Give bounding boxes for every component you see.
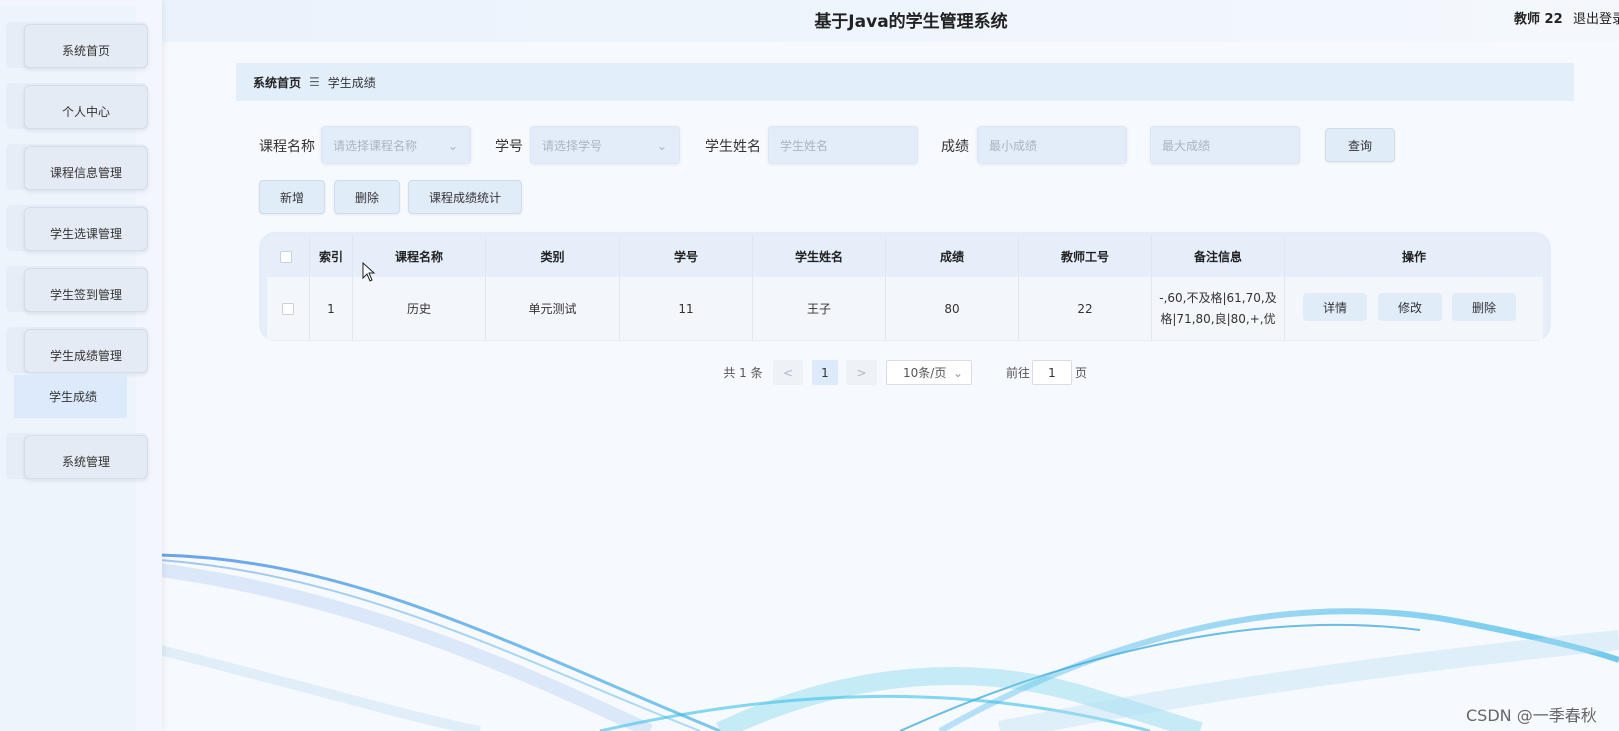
remark-line: -,60,不及格|61,70,及 (1159, 290, 1277, 305)
min-score-placeholder: 最小成绩 (989, 139, 1038, 153)
sidebar: 系统首页 个人中心 课程信息管理 学生选课管理 学生签到管理 学生成绩管理 学生… (0, 0, 162, 731)
table-row: 1 历史 单元测试 11 王子 80 22 -,60,不及格|61,70,及 格… (267, 277, 1543, 340)
goto-label: 前往 (1005, 366, 1030, 380)
select-all-checkbox[interactable] (280, 250, 292, 263)
sidebar-item-label: 学生选课管理 (49, 226, 122, 241)
column-header[interactable]: 学生姓名 (753, 236, 886, 277)
breadcrumb-current: 学生成绩 (327, 75, 376, 90)
delete-button[interactable]: 删除 (334, 180, 400, 214)
cell-course: 历史 (353, 277, 486, 340)
sidebar-item-label: 系统首页 (61, 43, 110, 58)
app-title: 基于Java的学生管理系统 (814, 12, 1008, 32)
sidebar-subitem-student-grades[interactable]: 学生成绩 (14, 375, 127, 418)
sidebar-item-label: 系统管理 (61, 454, 110, 469)
edit-button[interactable]: 修改 (1378, 293, 1442, 321)
course-name-select[interactable]: 请选择课程名称 ⌄ (321, 126, 471, 164)
sidebar-item-label: 个人中心 (61, 104, 110, 119)
min-score-input[interactable]: 最小成绩 (977, 126, 1127, 164)
sidebar-item-label: 学生成绩管理 (49, 348, 122, 363)
sidebar-item-grades[interactable]: 学生成绩管理 (6, 327, 148, 373)
breadcrumb-separator-icon: ☰ (309, 75, 320, 89)
sidebar-item-label: 学生签到管理 (49, 287, 122, 302)
course-name-label: 课程名称 (259, 139, 315, 155)
sidebar-item-system-button[interactable]: 系统管理 (24, 435, 148, 479)
breadcrumb: 系统首页 ☰ 学生成绩 (236, 63, 1574, 101)
table-header: 索引 课程名称 类别 学号 学生姓名 成绩 教师工号 备注信息 操作 (263, 236, 1547, 277)
sidebar-item-system[interactable]: 系统管理 (6, 433, 148, 479)
sidebar-item-home[interactable]: 系统首页 (6, 22, 148, 68)
chevron-down-icon: ⌄ (656, 139, 667, 153)
column-header[interactable]: 教师工号 (1019, 236, 1152, 277)
sidebar-item-sign-in[interactable]: 学生签到管理 (6, 266, 148, 312)
remark-line: 格|71,80,良|80,+,优 (1160, 311, 1276, 326)
sidebar-item-course-info[interactable]: 课程信息管理 (6, 144, 148, 190)
row-checkbox[interactable] (282, 302, 294, 315)
column-header: 操作 (1401, 250, 1426, 264)
grades-table: 索引 课程名称 类别 学号 学生姓名 成绩 教师工号 备注信息 操作 1 历史 … (259, 232, 1551, 341)
mouse-cursor-icon (362, 262, 376, 282)
breadcrumb-home[interactable]: 系统首页 (253, 74, 301, 91)
next-page-button[interactable]: > (846, 360, 877, 385)
sidebar-item-course-selection-button[interactable]: 学生选课管理 (24, 207, 148, 251)
chevron-down-icon: ⌄ (952, 365, 963, 380)
student-name-placeholder: 学生姓名 (780, 139, 829, 153)
chevron-down-icon: ⌄ (447, 139, 458, 153)
column-header[interactable]: 类别 (486, 236, 620, 277)
cell-actions: 详情 修改 删除 (1285, 277, 1543, 340)
cell-category: 单元测试 (486, 277, 620, 340)
top-header: 基于Java的学生管理系统 教师 22 退出登录 (162, 0, 1619, 42)
add-button[interactable]: 新增 (259, 180, 325, 214)
max-score-input[interactable]: 最大成绩 (1150, 126, 1300, 164)
student-name-label: 学生姓名 (705, 139, 761, 155)
page-size-select[interactable]: 10条/页 ⌄ (886, 360, 972, 385)
student-no-label: 学号 (495, 139, 523, 155)
cell-teacher-no: 22 (1019, 277, 1152, 340)
cell-index: 1 (310, 277, 353, 340)
sidebar-item-sign-in-button[interactable]: 学生签到管理 (24, 268, 148, 312)
page-suffix-label: 页 (1074, 366, 1087, 380)
grade-stats-button[interactable]: 课程成绩统计 (408, 180, 522, 214)
page-size-value: 10条/页 (903, 366, 947, 380)
sidebar-item-home-button[interactable]: 系统首页 (24, 24, 148, 68)
column-header[interactable]: 成绩 (886, 236, 1019, 277)
logout-link[interactable]: 退出登录 (1573, 8, 1619, 27)
current-user: 教师 22 (1514, 12, 1563, 27)
detail-button[interactable]: 详情 (1303, 293, 1367, 321)
watermark: CSDN @一季春秋 (1466, 706, 1597, 725)
page-number-button[interactable]: 1 (812, 360, 838, 385)
student-no-select[interactable]: 请选择学号 ⌄ (530, 126, 680, 164)
sidebar-item-profile[interactable]: 个人中心 (6, 83, 148, 129)
sidebar-item-grades-button[interactable]: 学生成绩管理 (24, 329, 148, 373)
column-header[interactable]: 学号 (620, 236, 753, 277)
select-all-cell (263, 236, 310, 277)
cell-student-name: 王子 (753, 277, 886, 340)
sidebar-item-profile-button[interactable]: 个人中心 (24, 85, 148, 129)
sidebar-item-label: 课程信息管理 (49, 165, 122, 180)
max-score-placeholder: 最大成绩 (1162, 139, 1211, 153)
course-name-placeholder: 请选择课程名称 (333, 139, 418, 153)
cell-score: 80 (886, 277, 1019, 340)
goto-page-input[interactable]: 1 (1032, 360, 1072, 385)
student-no-placeholder: 请选择学号 (542, 139, 603, 153)
sidebar-item-course-selection[interactable]: 学生选课管理 (6, 205, 148, 251)
cell-remark: -,60,不及格|61,70,及 格|71,80,良|80,+,优 (1152, 277, 1285, 340)
student-name-input[interactable]: 学生姓名 (768, 126, 918, 164)
pagination-total: 共 1 条 (723, 366, 763, 380)
prev-page-button[interactable]: < (773, 360, 803, 385)
column-header[interactable]: 备注信息 (1152, 236, 1285, 277)
background-waves (158, 553, 1619, 731)
row-select-cell (267, 277, 310, 340)
query-button[interactable]: 查询 (1325, 128, 1395, 162)
column-header[interactable]: 索引 (310, 236, 353, 277)
score-label: 成绩 (941, 139, 969, 155)
cell-student-no: 11 (620, 277, 753, 340)
row-delete-button[interactable]: 删除 (1452, 293, 1516, 321)
sidebar-item-course-info-button[interactable]: 课程信息管理 (24, 146, 148, 190)
